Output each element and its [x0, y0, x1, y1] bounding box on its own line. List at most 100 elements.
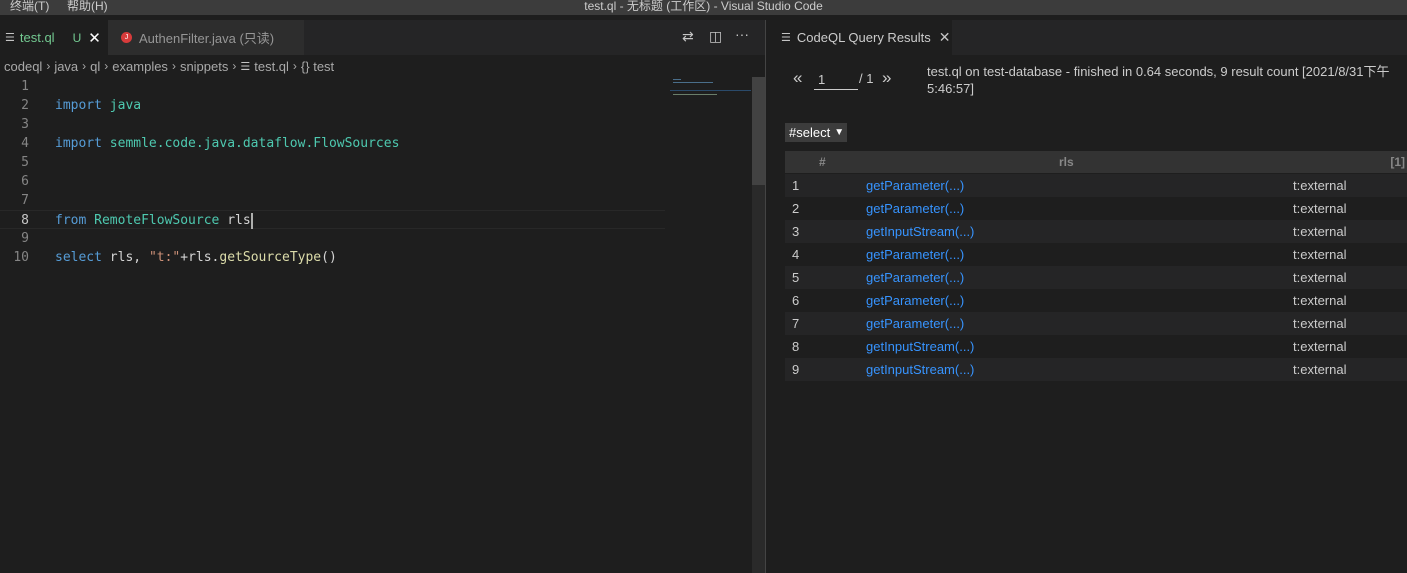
row-number: 8: [792, 339, 800, 354]
rls-link[interactable]: getParameter(...): [866, 174, 964, 197]
breadcrumb-item[interactable]: examples: [112, 59, 168, 74]
open-changes-icon[interactable]: ⇄: [682, 28, 694, 45]
code-line[interactable]: 6: [0, 172, 665, 191]
result-set-select[interactable]: #select ▼: [785, 123, 847, 142]
breadcrumb-item[interactable]: java: [54, 59, 78, 74]
code-text: from RemoteFlowSource rls: [55, 211, 253, 230]
results-file-icon: ☰: [781, 32, 791, 44]
breadcrumb-item[interactable]: snippets: [180, 59, 228, 74]
result-set-label: #select: [789, 125, 831, 140]
rls-link[interactable]: getInputStream(...): [866, 358, 974, 381]
editor-tab-bar: ☰ test.ql U ✕ J AuthenFilter.java (只读) ⇄…: [0, 20, 765, 55]
close-icon[interactable]: ✕: [88, 29, 101, 47]
tab-authenfilter-java[interactable]: J AuthenFilter.java (只读): [108, 20, 304, 55]
chevron-right-icon: ›: [292, 59, 297, 73]
close-icon[interactable]: ✕: [939, 29, 951, 46]
rls-link[interactable]: getParameter(...): [866, 197, 964, 220]
rls-link[interactable]: getParameter(...): [866, 266, 964, 289]
table-row: 7 getParameter(...) t:external: [785, 312, 1407, 335]
rls-link[interactable]: getParameter(...): [866, 289, 964, 312]
source-type-cell: t:external: [1293, 201, 1347, 216]
window-title: test.ql - 无标题 (工作区) - Visual Studio Code: [584, 0, 823, 13]
breadcrumb-item[interactable]: {} test: [301, 59, 334, 74]
table-row: 3 getInputStream(...) t:external: [785, 220, 1407, 243]
table-row: 9 getInputStream(...) t:external: [785, 358, 1407, 381]
table-row: 5 getParameter(...) t:external: [785, 266, 1407, 289]
editor-group-divider[interactable]: [765, 20, 766, 573]
column-header-1[interactable]: [1]: [1390, 155, 1405, 169]
code-token: FlowSources: [313, 136, 400, 151]
code-token: import: [55, 98, 102, 113]
split-editor-icon[interactable]: ◫: [709, 28, 722, 45]
row-number: 3: [792, 224, 800, 239]
scrollbar-thumb[interactable]: [752, 77, 765, 185]
code-line[interactable]: 7: [0, 191, 665, 210]
prev-page-button[interactable]: «: [793, 68, 802, 88]
java-file-icon: J: [121, 32, 132, 43]
code-token: from: [55, 213, 87, 228]
source-type-cell: t:external: [1293, 339, 1347, 354]
rls-link[interactable]: getParameter(...): [866, 243, 964, 266]
column-header-rls[interactable]: rls: [1059, 155, 1074, 169]
breadcrumb-item[interactable]: codeql: [4, 59, 42, 74]
line-number: 5: [21, 155, 29, 170]
tab-codeql-query-results[interactable]: ☰ CodeQL Query Results ✕: [766, 20, 952, 55]
code-line[interactable]: 4 import semmle.code.java.dataflow.FlowSo…: [0, 134, 665, 153]
code-token: import: [55, 136, 102, 151]
next-page-button[interactable]: »: [882, 68, 891, 88]
code-line[interactable]: 1: [0, 77, 665, 96]
tab-label: CodeQL Query Results: [796, 30, 931, 45]
code-line[interactable]: 8 from RemoteFlowSource rls: [0, 210, 665, 229]
table-row: 8 getInputStream(...) t:external: [785, 335, 1407, 358]
source-type-cell: t:external: [1293, 178, 1347, 193]
code-editor[interactable]: 1 2 import java 3 4 import semmle.code.java.d…: [0, 77, 752, 573]
code-line[interactable]: 5: [0, 153, 665, 172]
code-token: java: [109, 98, 142, 113]
row-number: 1: [792, 178, 800, 193]
breadcrumb: codeql › java › ql › examples › snippets…: [0, 55, 765, 77]
minimap-viewport: [670, 90, 751, 91]
code-token: getSourceType: [219, 250, 322, 265]
text-cursor: [250, 212, 253, 229]
chevron-right-icon: ›: [46, 59, 51, 73]
code-line[interactable]: 2 import java: [0, 96, 665, 115]
row-number: 5: [792, 270, 800, 285]
breadcrumb-item[interactable]: ql: [90, 59, 100, 74]
tab-label: test.ql: [19, 30, 55, 45]
row-number: 2: [792, 201, 800, 216]
code-line[interactable]: 9: [0, 229, 665, 248]
rls-link[interactable]: getInputStream(...): [866, 220, 974, 243]
code-token: RemoteFlowSource: [94, 213, 220, 228]
code-line[interactable]: 10 select rls, "t:"+rls.getSourceType(): [0, 248, 665, 267]
line-number: 10: [13, 250, 29, 265]
line-number: 1: [21, 79, 29, 94]
line-number: 6: [21, 174, 29, 189]
line-number: 9: [21, 231, 29, 246]
ql-file-icon: ☰: [5, 32, 15, 44]
breadcrumb-item[interactable]: test.ql: [254, 59, 289, 74]
minimap[interactable]: [670, 77, 751, 117]
rls-link[interactable]: getInputStream(...): [866, 335, 974, 358]
line-number: 8: [21, 213, 29, 228]
tab-test-ql[interactable]: ☰ test.ql U ✕: [0, 20, 108, 55]
column-header-num[interactable]: #: [819, 155, 826, 169]
code-token: +rls.: [180, 250, 220, 265]
title-bar: 终端(T) 帮助(H) test.ql - 无标题 (工作区) - Visual…: [0, 0, 1407, 15]
more-actions-icon[interactable]: ···: [735, 26, 749, 42]
rls-link[interactable]: getParameter(...): [866, 312, 964, 335]
code-token: semmle.code.java.dataflow.: [101, 136, 314, 151]
line-number: 3: [21, 117, 29, 132]
code-line[interactable]: 3: [0, 115, 665, 134]
table-row: 6 getParameter(...) t:external: [785, 289, 1407, 312]
minimap-line: [673, 79, 681, 80]
chevron-right-icon: ›: [82, 59, 87, 73]
code-text: import java: [55, 96, 141, 115]
row-number: 7: [792, 316, 800, 331]
code-token: (): [321, 250, 337, 265]
tab-label: AuthenFilter.java (只读): [139, 31, 275, 46]
chevron-right-icon: ›: [232, 59, 237, 73]
page-number-input[interactable]: [814, 69, 858, 90]
row-number: 4: [792, 247, 800, 262]
chevron-right-icon: ›: [104, 59, 109, 73]
